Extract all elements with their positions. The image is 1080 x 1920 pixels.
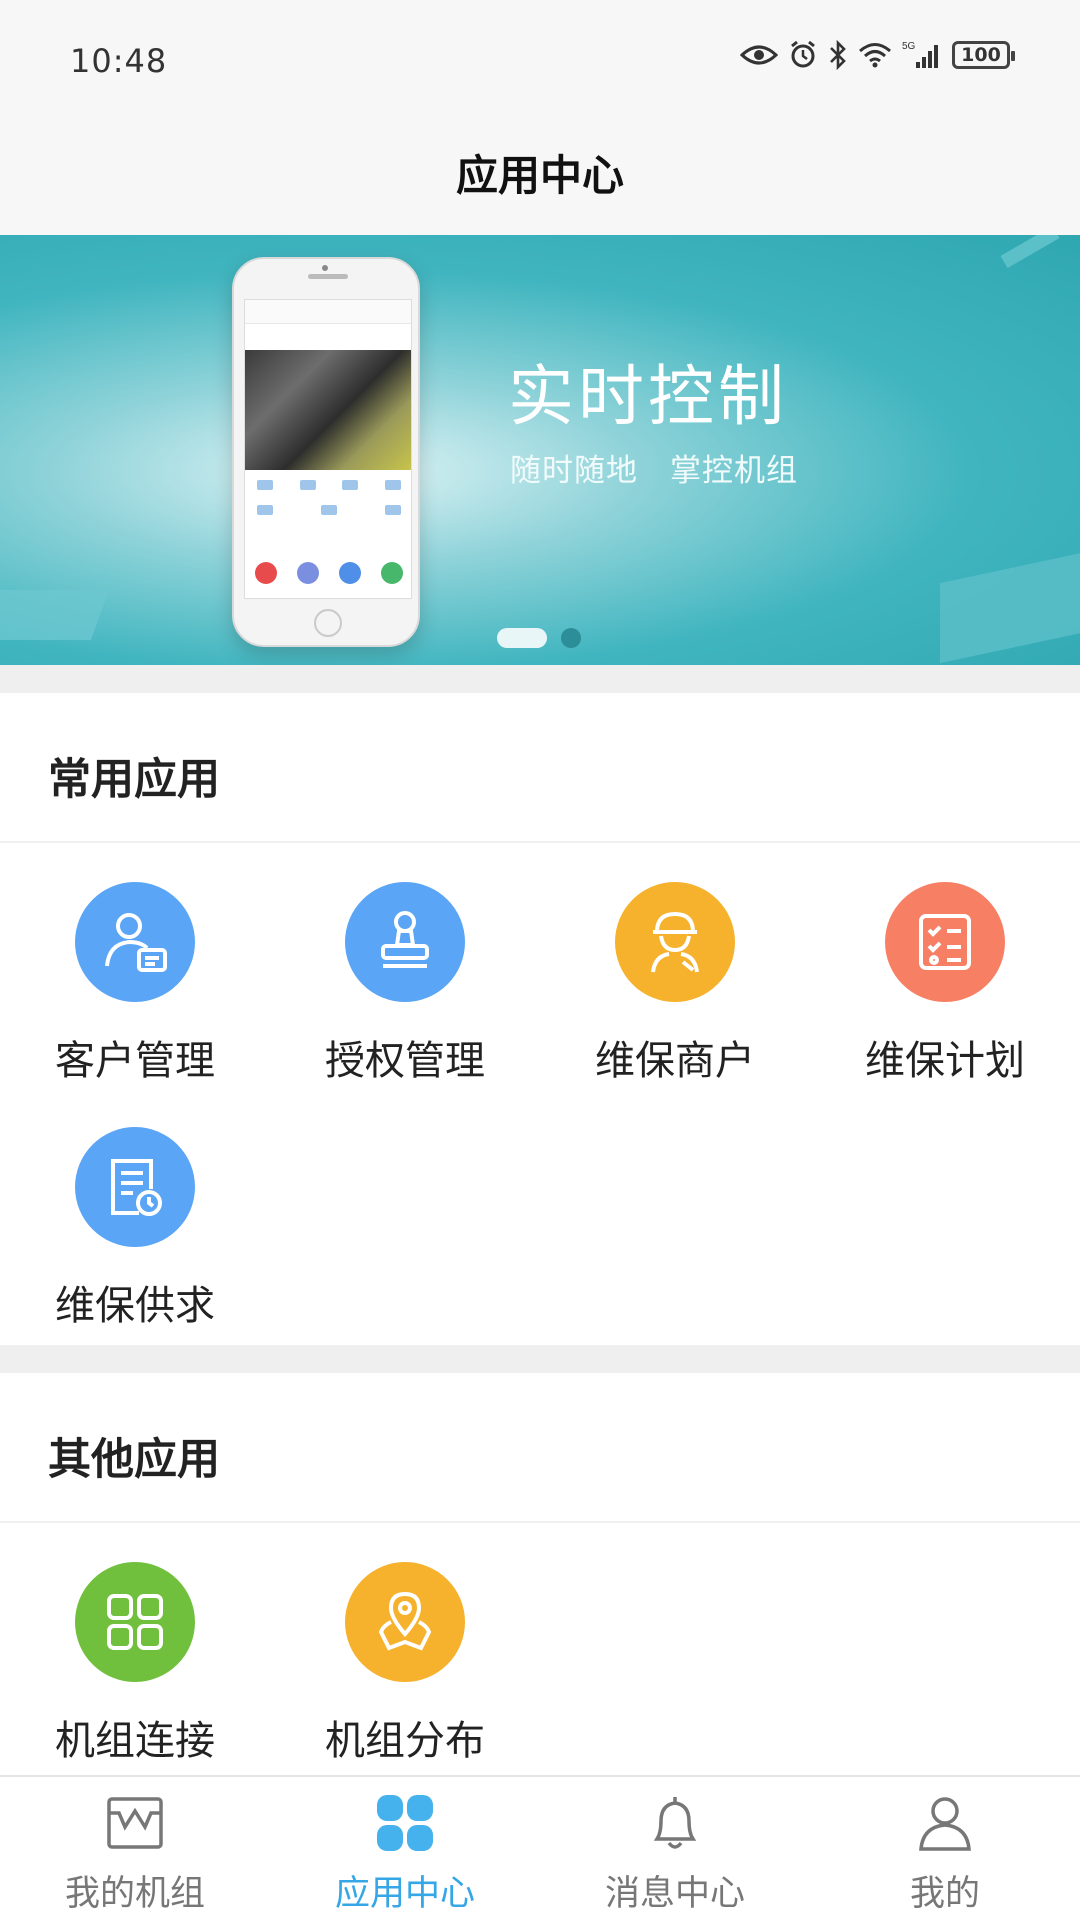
app-label: 维保供求 [55, 1283, 215, 1329]
tab-me[interactable]: 我的 [810, 1777, 1080, 1920]
bluetooth-icon [828, 40, 848, 70]
banner-decoration [940, 546, 1080, 664]
map-pin-icon [345, 1562, 465, 1682]
app-label: 客户管理 [55, 1038, 215, 1084]
signal-icon: 5G [902, 40, 942, 70]
wifi-icon [858, 41, 892, 69]
person-icon [911, 1789, 979, 1857]
network-type: 5G [902, 41, 916, 52]
tab-label: 我的 [909, 1874, 980, 1914]
stamp-icon [345, 882, 465, 1002]
tab-app-center[interactable]: 应用中心 [270, 1777, 540, 1920]
status-time: 10:48 [70, 42, 168, 80]
app-maintenance-merchant[interactable]: 维保商户 [540, 882, 810, 1086]
carousel-indicator[interactable] [497, 628, 581, 648]
section-divider [0, 665, 1080, 693]
banner-title: 实时控制 [508, 358, 788, 435]
bottom-tab-bar: 我的机组 应用中心 消息中心 我的 [0, 1775, 1080, 1920]
bell-icon [641, 1789, 709, 1857]
tab-my-units[interactable]: 我的机组 [0, 1777, 270, 1920]
document-clock-icon [75, 1127, 195, 1247]
checklist-icon [885, 882, 1005, 1002]
tab-label: 消息中心 [604, 1874, 745, 1914]
clover-icon [371, 1789, 439, 1857]
section-title: 其他应用 [48, 1435, 220, 1485]
app-label: 维保商户 [595, 1038, 755, 1084]
app-label: 维保计划 [865, 1038, 1025, 1084]
system-icons: 5G 100 [740, 40, 1015, 70]
status-bar: 10:48 5G 100 [0, 0, 1080, 110]
app-authorization-management[interactable]: 授权管理 [270, 882, 540, 1086]
app-maintenance-plan[interactable]: 维保计划 [810, 882, 1080, 1086]
tab-label: 应用中心 [334, 1874, 475, 1914]
section-title: 常用应用 [48, 755, 220, 805]
app-label: 机组连接 [55, 1718, 215, 1764]
section-header-common: 常用应用 [0, 693, 1080, 843]
app-label: 授权管理 [325, 1038, 485, 1084]
banner-decoration [1000, 235, 1060, 269]
title-bar: 应用中心 [0, 110, 1080, 235]
app-unit-connection[interactable]: 机组连接 [0, 1562, 270, 1766]
app-label: 机组分布 [325, 1718, 485, 1764]
section-header-other: 其他应用 [0, 1373, 1080, 1523]
carousel-dot-active[interactable] [497, 628, 547, 648]
banner-subtitle: 随时随地 掌控机组 [510, 453, 798, 489]
carousel-dot[interactable] [561, 628, 581, 648]
alarm-icon [788, 40, 818, 70]
phone-illustration [232, 257, 420, 647]
app-customer-management[interactable]: 客户管理 [0, 882, 270, 1086]
tab-label: 我的机组 [64, 1874, 205, 1914]
battery-icon: 100 [952, 41, 1015, 69]
page-title: 应用中心 [455, 151, 624, 200]
grid-icon [75, 1562, 195, 1682]
eye-icon [740, 43, 778, 67]
customer-icon [75, 882, 195, 1002]
section-divider [0, 1345, 1080, 1373]
technician-icon [615, 882, 735, 1002]
app-maintenance-supply-demand[interactable]: 维保供求 [0, 1127, 270, 1331]
tab-message-center[interactable]: 消息中心 [540, 1777, 810, 1920]
banner-decoration [0, 590, 110, 640]
promo-banner[interactable]: 实时控制 随时随地 掌控机组 [0, 235, 1080, 665]
app-unit-distribution[interactable]: 机组分布 [270, 1562, 540, 1766]
unit-icon [101, 1789, 169, 1857]
